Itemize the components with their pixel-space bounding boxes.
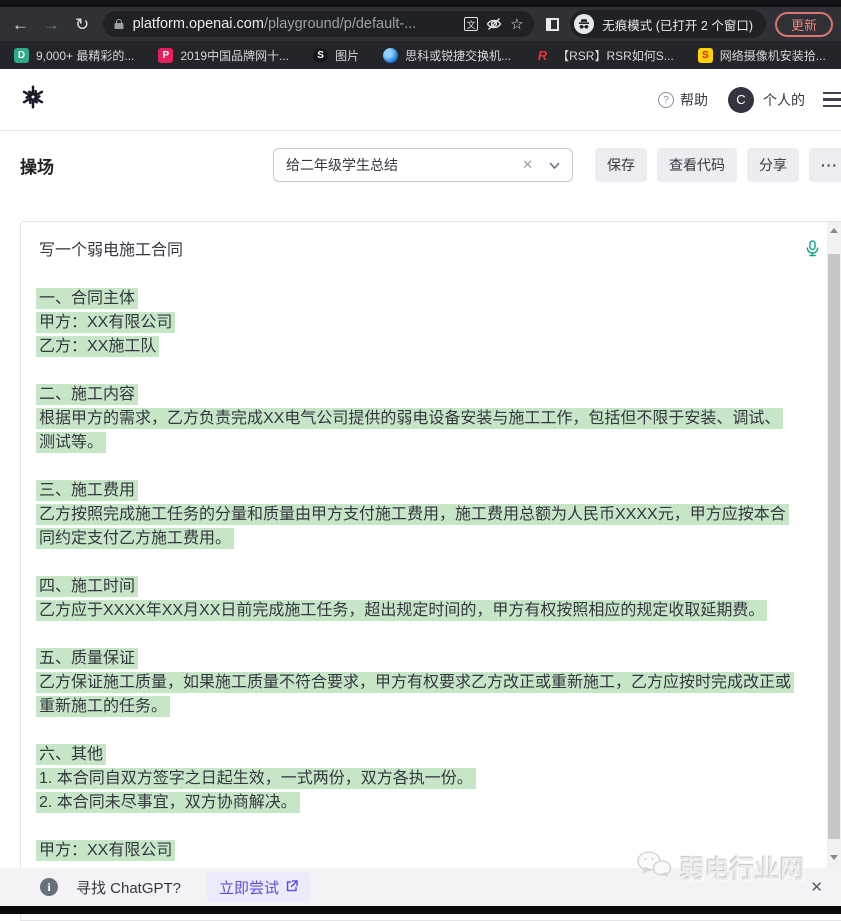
- browser-toolbar: ← → ↻ platform.openai.com/playground/p/d…: [0, 7, 841, 41]
- bookmark-item[interactable]: D 9,000+ 最精彩的...: [14, 47, 134, 64]
- window-top-strip: [0, 0, 841, 7]
- editor-line: 乙方保证施工质量，如果施工质量不符合要求，甲方有权要求乙方改正或重新施工，乙方应…: [39, 671, 791, 719]
- address-bar[interactable]: platform.openai.com/playground/p/default…: [103, 11, 534, 37]
- lock-icon: [113, 18, 125, 30]
- editor-line: 写一个弱电施工合同: [39, 239, 791, 263]
- clear-preset-icon[interactable]: ✕: [522, 157, 533, 173]
- close-banner-icon[interactable]: ✕: [810, 878, 823, 896]
- bookmark-star-icon[interactable]: ☆: [510, 15, 523, 33]
- chevron-down-icon[interactable]: [549, 157, 560, 173]
- editor-line: 乙方：XX施工队: [39, 335, 791, 359]
- more-options-button[interactable]: ···: [809, 148, 841, 182]
- editor-line: 一、合同主体: [39, 287, 791, 311]
- reload-icon[interactable]: ↻: [70, 16, 95, 33]
- preset-value: 给二年级学生总结: [286, 155, 522, 175]
- view-code-button[interactable]: 查看代码: [657, 148, 737, 182]
- editor-line: 1. 本合同自双方签字之日起生效，一式两份，双方各执一份。: [39, 767, 791, 791]
- bookmark-item[interactable]: 思科或锐捷交换机...: [383, 47, 511, 64]
- bookmark-favicon: P: [158, 48, 173, 63]
- try-now-button[interactable]: 立即尝试: [207, 872, 310, 902]
- banner-text: 寻找 ChatGPT?: [76, 877, 181, 898]
- editor-line: [39, 815, 791, 839]
- microphone-icon[interactable]: [805, 240, 820, 262]
- editor-line: 三、施工费用: [39, 479, 791, 503]
- tab-overview-icon[interactable]: [546, 18, 560, 31]
- preset-select[interactable]: 给二年级学生总结 ✕: [273, 148, 573, 182]
- url-text[interactable]: platform.openai.com/playground/p/default…: [133, 16, 457, 32]
- bookmark-favicon: [383, 48, 398, 63]
- eye-off-icon[interactable]: [486, 16, 502, 32]
- external-link-icon: [286, 879, 298, 896]
- editor-line: 五、质量保证: [39, 647, 791, 671]
- scrollbar-thumb[interactable]: [828, 254, 840, 839]
- incognito-icon: [574, 14, 594, 34]
- bookmark-favicon: D: [14, 48, 29, 63]
- playground-toolbar: 操场 给二年级学生总结 ✕ 保存 查看代码 分享 ···: [0, 131, 841, 199]
- bottom-strip: [0, 906, 841, 914]
- bookmark-favicon: S: [313, 48, 328, 63]
- editor-content: 写一个弱电施工合同 一、合同主体甲方：XX有限公司乙方：XX施工队 二、施工内容…: [21, 222, 841, 863]
- incognito-badge: 无痕模式 (已打开 2 个窗口): [570, 10, 766, 38]
- bookmark-label: 思科或锐捷交换机...: [405, 47, 511, 64]
- scroll-up-icon[interactable]: [830, 228, 838, 233]
- editor-line: [39, 263, 791, 287]
- scrollbar[interactable]: [827, 222, 841, 868]
- editor-line: [39, 551, 791, 575]
- bookmark-label: 网络摄像机安装拾...: [720, 47, 826, 64]
- forward-icon[interactable]: →: [39, 16, 64, 33]
- help-menu[interactable]: ? 帮助: [658, 90, 708, 110]
- page-title: 操场: [20, 153, 54, 178]
- site-header: ? 帮助 C 个人的: [0, 69, 841, 131]
- profile-label[interactable]: 个人的: [763, 90, 805, 110]
- update-button[interactable]: 更新: [775, 12, 833, 37]
- url-host: platform.openai.com: [133, 16, 264, 32]
- prompt-editor[interactable]: 写一个弱电施工合同 一、合同主体甲方：XX有限公司乙方：XX施工队 二、施工内容…: [20, 221, 841, 921]
- help-icon: ?: [658, 92, 674, 108]
- bookmark-item[interactable]: P 2019中国品牌网十...: [158, 47, 289, 64]
- bookmark-label: 【RSR】RSR如何S...: [557, 47, 674, 64]
- bookmark-favicon: R: [535, 48, 550, 63]
- help-label: 帮助: [680, 90, 708, 110]
- scroll-down-icon[interactable]: [830, 855, 838, 860]
- back-icon[interactable]: ←: [8, 16, 33, 33]
- editor-line: [39, 359, 791, 383]
- bookmark-label: 2019中国品牌网十...: [180, 47, 289, 64]
- chatgpt-banner: i 寻找 ChatGPT? 立即尝试 ✕: [0, 868, 841, 906]
- url-path: /playground/p/default-...: [264, 16, 416, 32]
- openai-logo-icon[interactable]: [20, 84, 46, 115]
- bookmark-item[interactable]: R 【RSR】RSR如何S...: [535, 47, 674, 64]
- editor-line: 2. 本合同未尽事宜，双方协商解决。: [39, 791, 791, 815]
- editor-line: 甲方：XX有限公司: [39, 311, 791, 335]
- editor-line: 二、施工内容: [39, 383, 791, 407]
- bookmark-item[interactable]: S 网络摄像机安装拾...: [698, 47, 826, 64]
- editor-line: 乙方应于XXXX年XX月XX日前完成施工任务，超出规定时间的，甲方有权按照相应的…: [39, 599, 791, 623]
- bookmarks-bar: D 9,000+ 最精彩的... P 2019中国品牌网十... S 图片 思科或锐捷交换机…: [0, 41, 841, 69]
- bookmark-label: 图片: [335, 47, 359, 64]
- info-icon: i: [40, 878, 58, 896]
- avatar[interactable]: C: [728, 87, 754, 113]
- editor-line: 四、施工时间: [39, 575, 791, 599]
- menu-icon[interactable]: [823, 88, 841, 112]
- editor-line: 乙方按照完成施工任务的分量和质量由甲方支付施工费用，施工费用总额为人民币XXXX…: [39, 503, 791, 551]
- share-button[interactable]: 分享: [747, 148, 799, 182]
- bookmark-favicon: S: [698, 48, 713, 63]
- editor-line: [39, 623, 791, 647]
- save-button[interactable]: 保存: [595, 148, 647, 182]
- editor-line: 根据甲方的需求，乙方负责完成XX电气公司提供的弱电设备安装与施工工作，包括但不限…: [39, 407, 791, 455]
- translate-icon[interactable]: 文: [464, 17, 478, 31]
- bookmark-item[interactable]: S 图片: [313, 47, 359, 64]
- editor-line: 甲方：XX有限公司: [39, 839, 791, 863]
- editor-line: [39, 455, 791, 479]
- editor-line: 六、其他: [39, 743, 791, 767]
- bookmark-label: 9,000+ 最精彩的...: [36, 47, 134, 64]
- incognito-label: 无痕模式 (已打开 2 个窗口): [602, 15, 753, 34]
- editor-line: [39, 719, 791, 743]
